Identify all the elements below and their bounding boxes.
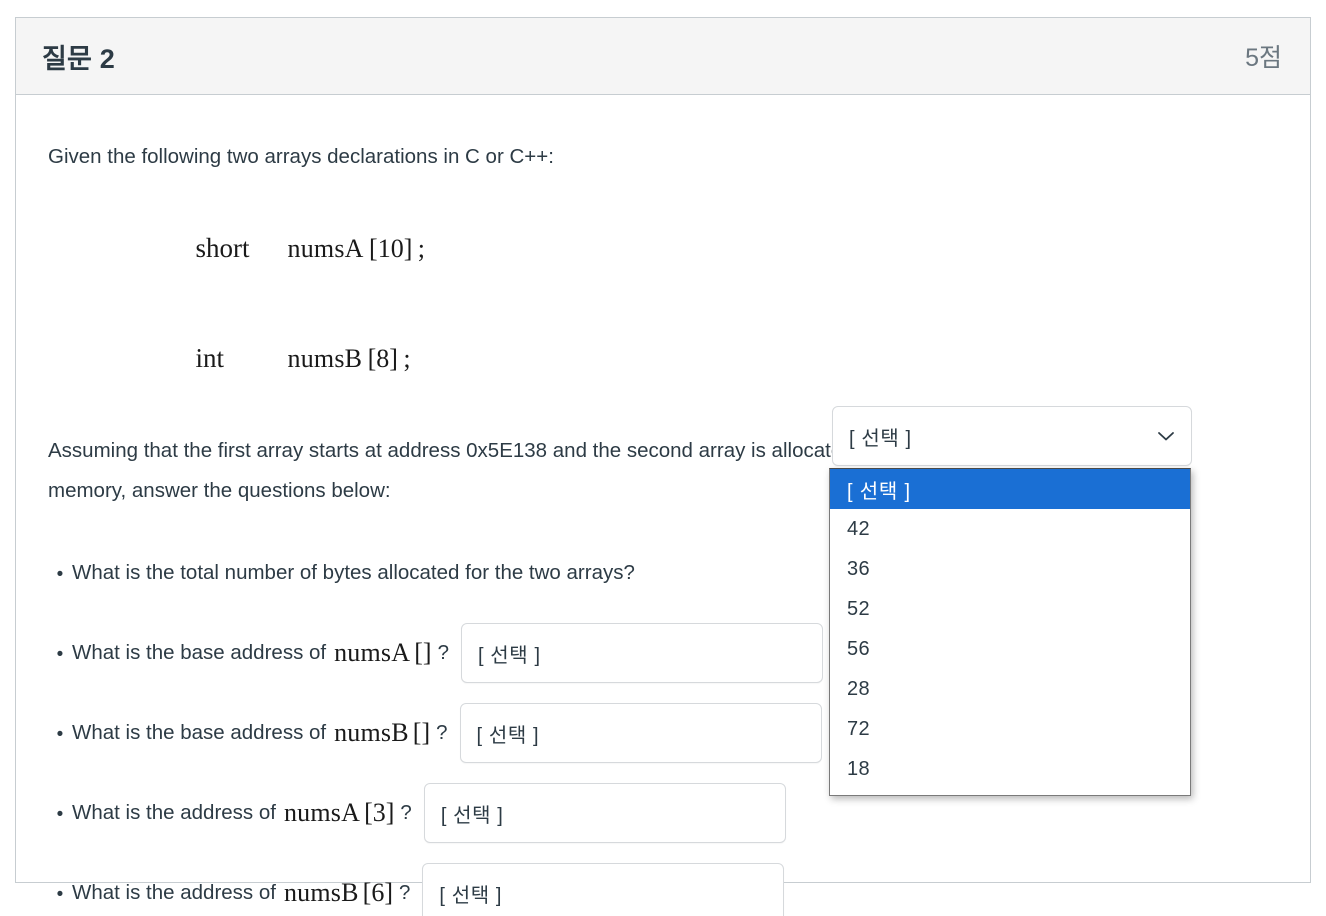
question-suffix: ? — [400, 801, 412, 825]
question-text: What is the total number of bytes alloca… — [72, 561, 635, 585]
bullet-marker: • — [56, 643, 64, 665]
question-variable: numsA — [334, 638, 411, 668]
dropdown-option[interactable]: 56 — [830, 629, 1190, 669]
declaration-name: numsA — [287, 233, 364, 263]
answer-select-1-options[interactable]: [ 선택 ] 42 36 52 56 28 72 18 — [829, 468, 1191, 796]
list-item: • What is the address of numsB [6] ? [ 선… — [48, 853, 1280, 916]
answer-select-4[interactable]: [ 선택 ] — [423, 783, 786, 844]
question-suffix: ? — [437, 641, 449, 665]
points-badge: 5점 — [1245, 44, 1282, 72]
declaration-index: [8] — [367, 343, 398, 373]
dropdown-option[interactable]: 52 — [830, 589, 1190, 629]
select-value: [ 선택 ] — [477, 644, 541, 667]
answer-select-3[interactable]: [ 선택 ] — [459, 703, 822, 764]
bullet-marker: • — [56, 883, 64, 905]
declaration-row: short numsA [10] ; — [128, 193, 1280, 303]
dropdown-option[interactable]: 18 — [830, 749, 1190, 789]
question-text: What is the address of — [72, 801, 276, 825]
question-index: [6] — [362, 878, 393, 908]
dropdown-option[interactable]: 36 — [830, 549, 1190, 589]
declaration-terminator: ; — [417, 233, 425, 263]
select-value: [ 선택 ] — [440, 804, 504, 827]
question-index: [] — [412, 718, 431, 748]
bullet-marker: • — [56, 803, 64, 825]
declaration-row: int numsB [8] ; — [128, 303, 1280, 413]
question-variable: numsA — [283, 798, 361, 828]
select-value: [ 선택 ] — [849, 427, 912, 450]
intro-text: Given the following two arrays declarati… — [48, 145, 554, 168]
declaration-type: short — [195, 232, 250, 263]
answer-select-1[interactable]: [ 선택 ] — [832, 406, 1192, 466]
question-index: [] — [414, 638, 432, 668]
question-suffix: ? — [436, 721, 448, 745]
answer-select-2[interactable]: [ 선택 ] — [460, 623, 823, 684]
select-value: [ 선택 ] — [476, 724, 540, 747]
question-text: What is the address of — [72, 881, 276, 905]
page-title: 질문 2 — [42, 43, 115, 74]
answer-select-5[interactable]: [ 선택 ] — [422, 863, 785, 916]
question-text: What is the base address of — [72, 721, 327, 745]
question-suffix: ? — [398, 881, 411, 905]
declaration-name: numsB — [287, 343, 363, 373]
question-variable: numsB — [334, 718, 409, 748]
bullet-marker: • — [56, 563, 64, 585]
dropdown-option[interactable]: 28 — [830, 669, 1190, 709]
declaration-terminator: ; — [403, 343, 411, 373]
declaration-index: [10] — [369, 233, 413, 263]
bullet-marker: • — [56, 723, 64, 745]
question-variable: numsB — [283, 878, 359, 908]
question-index: [3] — [364, 798, 395, 828]
select-value: [ 선택 ] — [439, 884, 503, 907]
dropdown-option[interactable]: [ 선택 ] — [830, 469, 1190, 509]
dropdown-option[interactable]: 42 — [830, 509, 1190, 549]
dropdown-option[interactable]: 72 — [830, 709, 1190, 749]
declaration-type: int — [195, 342, 225, 373]
question-text: What is the base address of — [72, 641, 327, 665]
question-header: 질문 2 5점 — [16, 18, 1310, 95]
screenshot-root: 질문 2 5점 Given the following two arrays d… — [0, 0, 1326, 916]
chevron-down-icon — [1158, 432, 1174, 441]
declaration-block: short numsA [10] ; int numsB [8] ; — [128, 193, 1280, 413]
